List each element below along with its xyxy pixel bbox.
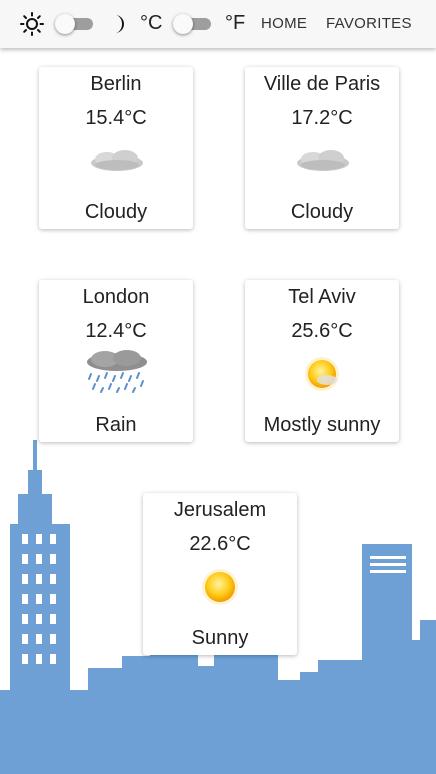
nav-home-link[interactable]: HOME	[261, 15, 307, 32]
weather-condition: Sunny	[191, 627, 249, 649]
city-card[interactable]: Ville de Paris 17.2°C Cloudy	[245, 67, 399, 229]
sun-icon	[202, 569, 238, 605]
celsius-label: °C	[140, 12, 163, 34]
city-temperature: 17.2°C	[291, 107, 353, 129]
weather-condition: Cloudy	[84, 201, 148, 223]
cloud-icon	[297, 150, 349, 171]
city-card[interactable]: London 12.4°C Rain	[39, 280, 193, 442]
cloud-icon	[91, 150, 143, 171]
city-card[interactable]: Jerusalem 22.6°C Sunny	[143, 493, 297, 655]
nav-favorites-link[interactable]: FAVORITES	[326, 15, 412, 32]
city-temperature: 12.4°C	[85, 320, 147, 342]
fahrenheit-label: °F	[225, 12, 246, 34]
rain-icon	[87, 350, 147, 393]
theme-toggle[interactable]	[55, 14, 93, 34]
city-name: Jerusalem	[173, 499, 267, 521]
city-name: Ville de Paris	[263, 73, 381, 95]
moon-icon	[109, 0, 129, 48]
city-name: Berlin	[90, 73, 142, 95]
weather-condition: Rain	[95, 414, 137, 436]
city-name: London	[82, 286, 150, 308]
unit-toggle[interactable]	[173, 14, 211, 34]
city-card[interactable]: Tel Aviv 25.6°C Mostly sunny	[245, 280, 399, 442]
weather-condition: Cloudy	[290, 201, 354, 223]
city-temperature: 25.6°C	[291, 320, 353, 342]
city-name: Tel Aviv	[288, 286, 356, 308]
weather-condition: Mostly sunny	[263, 414, 381, 436]
city-temperature: 22.6°C	[189, 533, 251, 555]
city-card[interactable]: Berlin 15.4°C Cloudy	[39, 67, 193, 229]
app-bar: °C °F HOME FAVORITES	[0, 0, 436, 48]
city-temperature: 15.4°C	[85, 107, 147, 129]
partly-sunny-icon	[305, 357, 339, 391]
sun-icon	[19, 0, 45, 48]
